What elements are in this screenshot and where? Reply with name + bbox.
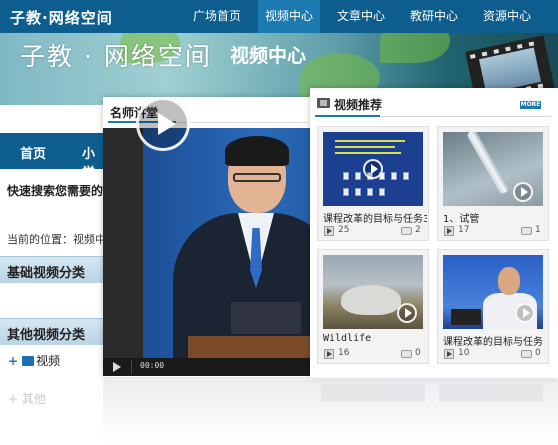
video-card[interactable]: 课程改革的目标与任务3 25 2	[317, 126, 429, 241]
play-count-icon	[324, 349, 334, 359]
tree-item-label: 视频	[36, 354, 61, 368]
nav-plaza-home[interactable]: 广场首页	[186, 0, 248, 33]
nav-home[interactable]: 首页	[20, 143, 46, 162]
video-card[interactable]: 课程改革的目标与任务 10 0	[437, 249, 549, 364]
film-icon	[317, 98, 330, 108]
comment-count: 2	[415, 225, 421, 235]
play-icon[interactable]	[513, 182, 533, 202]
banner-title: 子教 · 网络空间	[20, 42, 212, 71]
top-navigation-bar: 子教·网络空间 广场首页 视频中心 文章中心 教研中心 资源中心	[0, 0, 558, 33]
nav-primary-school[interactable]: 小学	[82, 143, 103, 181]
folder-icon	[22, 356, 35, 366]
comment-icon	[401, 350, 412, 358]
big-play-icon[interactable]	[136, 97, 190, 151]
breadcrumb: 当前的位置：视频中	[7, 231, 103, 247]
nav-article-center[interactable]: 文章中心	[330, 0, 392, 33]
view-count: 25	[338, 225, 350, 235]
section-basic-videos[interactable]: 基础视频分类	[0, 256, 103, 283]
video-title[interactable]: Wildlife	[323, 333, 427, 344]
video-thumbnail[interactable]	[443, 132, 543, 206]
video-thumbnail[interactable]	[323, 132, 423, 206]
tree-item-video[interactable]: + 视频	[8, 352, 60, 369]
quick-search-label: 快速搜索您需要的视	[7, 184, 103, 198]
secondary-navigation: 首页 小学	[0, 133, 103, 181]
recommended-panel-heading: 视频推荐	[334, 98, 383, 112]
player-time: 00:00	[140, 361, 165, 370]
play-count-icon	[324, 226, 334, 236]
leaf-decoration	[380, 33, 450, 63]
view-count: 17	[458, 225, 470, 235]
site-title[interactable]: 子教·网络空间	[10, 7, 113, 28]
heading-underline	[315, 115, 380, 117]
more-button[interactable]: MORE	[520, 101, 541, 109]
video-title[interactable]: 课程改革的目标与任务	[443, 333, 547, 348]
video-title[interactable]: 课程改革的目标与任务3	[323, 210, 427, 225]
play-count-icon	[444, 349, 454, 359]
laptop-illustration	[231, 302, 301, 334]
video-title[interactable]: 1、试管	[443, 210, 547, 225]
plus-icon[interactable]: +	[8, 354, 18, 368]
nav-resource-center[interactable]: 资源中心	[476, 0, 538, 33]
nav-research-center[interactable]: 教研中心	[403, 0, 465, 33]
comment-count: 0	[415, 348, 421, 358]
nav-video-center[interactable]: 视频中心	[258, 0, 320, 33]
comment-count: 1	[535, 225, 541, 235]
play-count-icon	[444, 226, 454, 236]
video-thumbnail[interactable]	[443, 255, 543, 329]
comment-icon	[521, 227, 532, 235]
play-icon[interactable]	[397, 303, 417, 323]
reflection-effect	[103, 380, 558, 445]
comment-icon	[521, 350, 532, 358]
view-count: 16	[338, 348, 350, 358]
breadcrumb-value[interactable]: 视频中	[73, 233, 103, 246]
view-count: 10	[458, 348, 470, 358]
comment-icon	[401, 227, 412, 235]
reflected-tree-item: + 其他	[8, 392, 46, 406]
banner-subtitle: 视频中心	[230, 45, 307, 67]
play-icon[interactable]	[515, 303, 535, 323]
play-icon[interactable]	[363, 159, 383, 179]
video-thumbnail[interactable]	[323, 255, 423, 329]
player-controls: 00:00	[103, 358, 310, 376]
video-player[interactable]	[103, 128, 310, 376]
video-card[interactable]: 1、试管 17 1	[437, 126, 549, 241]
play-icon[interactable]	[113, 362, 121, 372]
comment-count: 0	[535, 348, 541, 358]
video-card[interactable]: Wildlife 16 0	[317, 249, 429, 364]
section-other-videos[interactable]: 其他视频分类	[0, 318, 103, 345]
breadcrumb-label: 当前的位置：	[7, 233, 73, 246]
